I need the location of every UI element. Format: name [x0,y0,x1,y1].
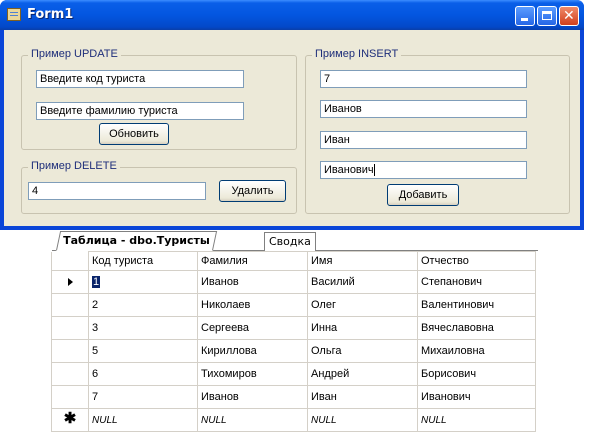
cell-code-null[interactable]: NULL [88,408,198,432]
insert-group-label: Пример INSERT [312,48,402,60]
delete-groupbox: Пример DELETE 4 Удалить [21,160,297,214]
new-row-star-icon: ✱ [63,410,77,427]
tourist-code-input[interactable]: Введите код туриста [36,70,244,88]
table-row[interactable]: 3 Сергеева Инна Вячеславовна [51,316,536,340]
column-header-code[interactable]: Код туриста [88,251,198,271]
table-row[interactable]: 7 Иванов Иван Иванович [51,385,536,409]
text-caret [373,164,375,176]
minimize-button[interactable] [515,6,535,26]
maximize-button[interactable] [537,6,557,26]
grid-header-row: Код туриста Фамилия Имя Отчество [51,251,536,271]
cell-surname[interactable]: Николаев [197,293,308,317]
row-header[interactable] [51,362,89,386]
insert-code-input[interactable]: 7 [320,70,527,88]
column-header-patronymic[interactable]: Отчество [417,251,536,271]
cell-surname-null[interactable]: NULL [197,408,308,432]
delete-code-input[interactable]: 4 [28,182,206,200]
tab-summary[interactable]: Сводка [264,232,316,251]
minimize-icon [521,18,528,21]
cell-code[interactable]: 6 [88,362,198,386]
form-client-area: Пример UPDATE Введите код туриста Введит… [4,30,580,226]
column-header-name[interactable]: Имя [307,251,418,271]
insert-button[interactable]: Добавить [387,184,459,206]
table-row[interactable]: 6 Тихомиров Андрей Борисович [51,362,536,386]
cell-patronymic[interactable]: Иванович [417,385,536,409]
new-row[interactable]: ✱ NULL NULL NULL NULL [51,408,536,432]
close-icon: ✕ [563,8,575,24]
update-group-label: Пример UPDATE [28,48,121,60]
cell-surname[interactable]: Тихомиров [197,362,308,386]
column-header-surname[interactable]: Фамилия [197,251,308,271]
cell-patronymic[interactable]: Степанович [417,270,536,294]
cell-code[interactable]: 3 [88,316,198,340]
update-groupbox: Пример UPDATE Введите код туриста Введит… [21,48,297,150]
row-header[interactable] [51,316,89,340]
cell-code[interactable]: 7 [88,385,198,409]
cell-name[interactable]: Иван [307,385,418,409]
table-row[interactable]: 2 Николаев Олег Валентинович [51,293,536,317]
row-header-corner [51,251,89,271]
cell-patronymic[interactable]: Валентинович [417,293,536,317]
insert-surname-input[interactable]: Иванов [320,100,527,118]
insert-patronymic-input[interactable]: Иванович [320,161,527,179]
cell-name[interactable]: Василий [307,270,418,294]
cell-name[interactable]: Ольга [307,339,418,363]
cell-name[interactable]: Инна [307,316,418,340]
tab-table-tourists-label: Таблица - dbo.Туристы [63,234,210,247]
cell-surname[interactable]: Иванов [197,270,308,294]
selected-cell-value[interactable]: 1 [92,276,101,288]
row-header[interactable] [51,385,89,409]
row-header[interactable] [51,293,89,317]
cell-name-null[interactable]: NULL [307,408,418,432]
tourist-surname-input[interactable]: Введите фамилию туриста [36,102,244,120]
cell-patronymic[interactable]: Борисович [417,362,536,386]
tab-table-tourists[interactable]: Таблица - dbo.Туристы [55,231,217,251]
row-header[interactable] [51,270,89,294]
tourists-data-grid: Код туриста Фамилия Имя Отчество 1 Ивано… [51,251,536,432]
form-window: Form1 ✕ Пример UPDATE Введите код турист… [0,0,584,230]
update-button[interactable]: Обновить [99,123,169,145]
table-row[interactable]: 1 Иванов Василий Степанович [51,270,536,294]
cell-code[interactable]: 2 [88,293,198,317]
designer-tabs: Таблица - dbo.Туристы Сводка [52,231,538,251]
row-header[interactable]: ✱ [51,408,89,432]
close-button[interactable]: ✕ [559,6,579,26]
insert-name-input[interactable]: Иван [320,131,527,149]
cell-name[interactable]: Андрей [307,362,418,386]
row-header[interactable] [51,339,89,363]
insert-groupbox: Пример INSERT 7 Иванов Иван Иванович Доб… [305,48,570,214]
cell-patronymic[interactable]: Михаиловна [417,339,536,363]
cell-code[interactable]: 1 [88,270,198,294]
cell-code[interactable]: 5 [88,339,198,363]
title-bar[interactable]: Form1 ✕ [0,0,584,30]
insert-patronymic-value: Иванович [324,164,374,176]
window-title: Form1 [27,7,74,22]
form-icon[interactable] [7,8,21,21]
maximize-icon [542,11,552,20]
delete-group-label: Пример DELETE [28,160,120,172]
cell-surname[interactable]: Сергеева [197,316,308,340]
cell-patronymic-null[interactable]: NULL [417,408,536,432]
current-row-arrow-icon [67,278,73,287]
cell-surname[interactable]: Иванов [197,385,308,409]
cell-name[interactable]: Олег [307,293,418,317]
delete-button[interactable]: Удалить [219,180,286,202]
table-row[interactable]: 5 Кириллова Ольга Михаиловна [51,339,536,363]
cell-patronymic[interactable]: Вячеславовна [417,316,536,340]
cell-surname[interactable]: Кириллова [197,339,308,363]
